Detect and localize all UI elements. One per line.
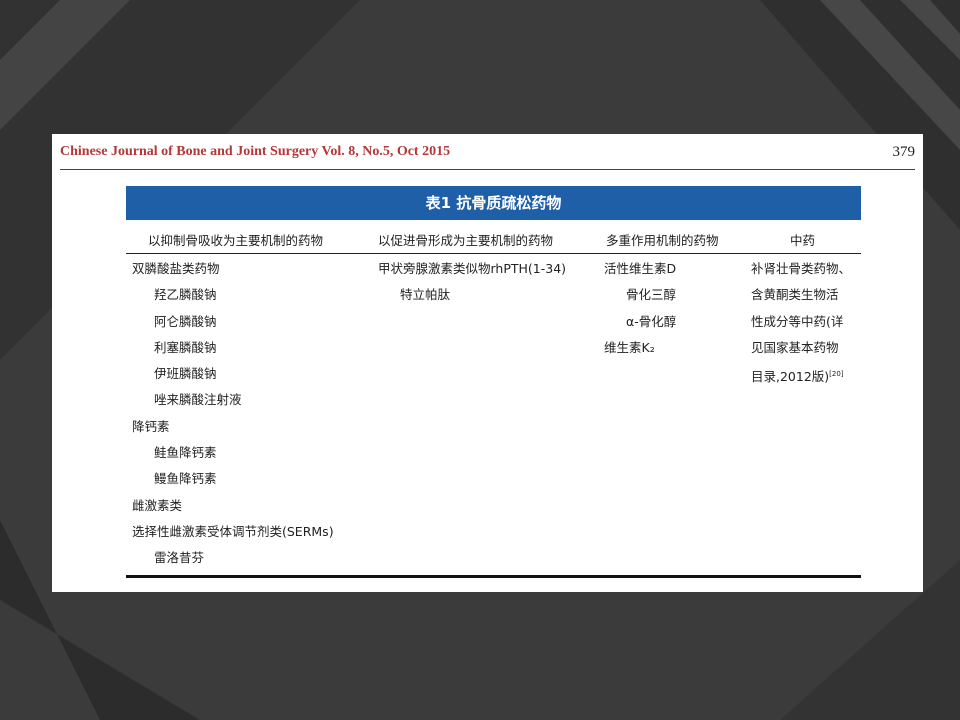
table-cell: 阿仑膦酸钠 xyxy=(154,313,217,329)
table-cell: 选择性雌激素受体调节剂类(SERMs) xyxy=(132,523,334,539)
column-header-2: 以促进骨形成为主要机制的药物 xyxy=(378,233,554,248)
table-bottom-divider xyxy=(126,575,861,578)
header-bottom-divider xyxy=(126,253,861,254)
table-column-headers: 以抑制骨吸收为主要机制的药物 以促进骨形成为主要机制的药物 多重作用机制的药物 … xyxy=(126,224,861,252)
citation-superscript: [20] xyxy=(829,370,844,379)
table-cell: 鳗鱼降钙素 xyxy=(154,471,217,487)
table-cell: 雷洛昔芬 xyxy=(154,550,205,566)
table-cell: α-骨化醇 xyxy=(626,313,677,329)
table-cell: 目录,2012版)[20] xyxy=(751,365,851,391)
journal-page: Chinese Journal of Bone and Joint Surger… xyxy=(52,134,923,592)
column-header-3: 多重作用机制的药物 xyxy=(606,233,719,248)
table-cell: 唑来膦酸注射液 xyxy=(154,392,242,408)
column-header-4: 中药 xyxy=(790,233,816,248)
table-title: 表1 抗骨质疏松药物 xyxy=(126,186,861,220)
table-cell: 维生素K₂ xyxy=(604,339,655,355)
table-cell: 甲状旁腺激素类似物rhPTH(1-34) xyxy=(378,261,567,276)
table-cell: 补肾壮骨类药物、 xyxy=(751,261,852,276)
table-cell: 雌激素类 xyxy=(132,497,183,513)
table-cell: 降钙素 xyxy=(132,418,170,434)
table-cell: 见国家基本药物 xyxy=(751,339,839,355)
column-header-1: 以抑制骨吸收为主要机制的药物 xyxy=(148,233,324,248)
header-divider xyxy=(60,169,915,170)
table-cell: 骨化三醇 xyxy=(626,287,677,303)
journal-header: Chinese Journal of Bone and Joint Surger… xyxy=(60,144,915,166)
column-anti-resorptive: 双膦酸盐类药物 羟乙膦酸钠 阿仑膦酸钠 利塞膦酸钠 伊班膦酸钠 唑来膦酸注射液 … xyxy=(132,260,334,576)
column-multi-mechanism: 活性维生素D 骨化三醇 α-骨化醇 维生素K₂ xyxy=(604,260,676,365)
table-cell-text: 目录,2012版) xyxy=(751,369,830,385)
table-cell: 鲑鱼降钙素 xyxy=(154,445,217,461)
table-cell: 活性维生素D xyxy=(604,261,677,276)
table-cell: 含黄酮类生物活 xyxy=(751,287,839,303)
column-tcm: 补肾壮骨类药物、 含黄酮类生物活 性成分等中药(详 见国家基本药物 目录,201… xyxy=(751,260,851,391)
table-cell: 羟乙膦酸钠 xyxy=(154,287,217,303)
table-cell: 性成分等中药(详 xyxy=(751,313,844,329)
column-bone-formation: 甲状旁腺激素类似物rhPTH(1-34) 特立帕肽 xyxy=(378,260,566,313)
journal-citation: Chinese Journal of Bone and Joint Surger… xyxy=(60,144,451,159)
table-cell: 双膦酸盐类药物 xyxy=(132,261,220,276)
table-cell: 伊班膦酸钠 xyxy=(154,366,217,382)
table-cell: 利塞膦酸钠 xyxy=(154,339,217,355)
page-number: 379 xyxy=(892,144,916,160)
table-cell: 特立帕肽 xyxy=(400,287,451,303)
